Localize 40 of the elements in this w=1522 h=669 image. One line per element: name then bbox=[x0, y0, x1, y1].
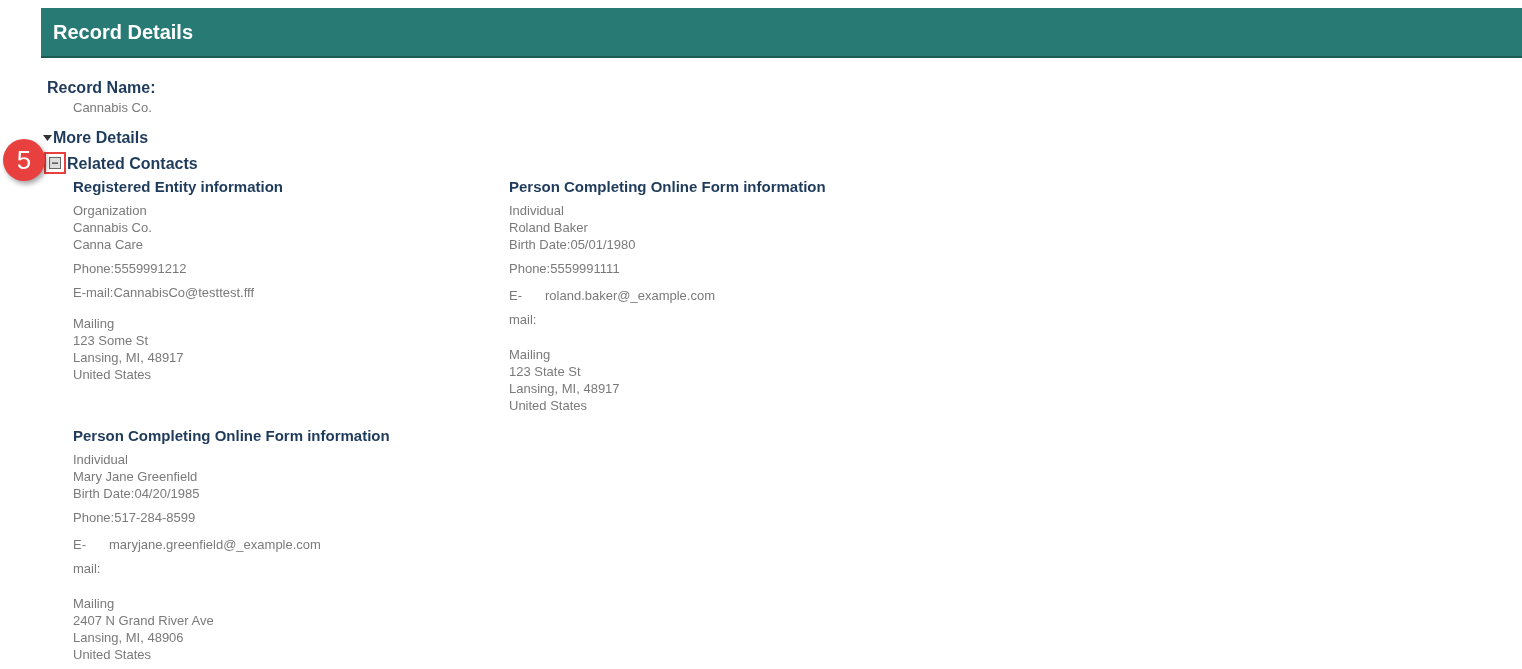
email-label: E-mail: bbox=[73, 536, 102, 578]
contact-detail: Organization bbox=[73, 202, 148, 219]
contact-detail: Birth Date:05/01/1980 bbox=[509, 236, 637, 253]
email-value: maryjane.greenfield@_example.com bbox=[109, 536, 322, 554]
record-name-label: Record Name: bbox=[47, 78, 157, 97]
address-line: United States bbox=[509, 397, 589, 414]
contact-phone: Phone:5559991111 bbox=[509, 260, 621, 277]
contact-phone: Phone:517-284-8599 bbox=[73, 509, 197, 526]
contact-detail: Roland Baker bbox=[509, 219, 589, 236]
address-line: Mailing bbox=[73, 595, 116, 612]
address-line: 2407 N Grand River Ave bbox=[73, 612, 215, 629]
address-line: United States bbox=[73, 366, 153, 383]
email-value: roland.baker@_example.com bbox=[545, 287, 716, 305]
address-line: 123 Some St bbox=[73, 332, 150, 349]
contact-heading: Person Completing Online Form information bbox=[509, 177, 827, 196]
address-line: Mailing bbox=[73, 315, 116, 332]
contact-detail: Canna Care bbox=[73, 236, 145, 253]
address-line: 123 State St bbox=[509, 363, 582, 380]
caret-icon bbox=[43, 133, 52, 142]
contact-detail: Birth Date:04/20/1985 bbox=[73, 485, 201, 502]
contact-detail: Individual bbox=[509, 202, 565, 219]
contact-heading: Person Completing Online Form information bbox=[73, 426, 391, 445]
step-badge: 5 bbox=[3, 139, 45, 181]
collapse-icon[interactable] bbox=[49, 157, 61, 169]
address-line: Lansing, MI, 48906 bbox=[73, 629, 185, 646]
related-contacts-label: Related Contacts bbox=[67, 153, 198, 173]
header-title: Record Details bbox=[53, 20, 194, 44]
address-line: Lansing, MI, 48917 bbox=[509, 380, 621, 397]
contact-detail: Cannabis Co. bbox=[73, 219, 153, 236]
record-name-value: Cannabis Co. bbox=[72, 99, 153, 116]
contact-detail: Mary Jane Greenfield bbox=[73, 468, 199, 485]
email-value: CannabisCo@testtest.fff bbox=[113, 285, 255, 300]
contact-phone: Phone:5559991212 bbox=[73, 260, 188, 277]
address-line: Mailing bbox=[509, 346, 552, 363]
email-label: E-mail: bbox=[73, 285, 114, 300]
contact-detail: Individual bbox=[73, 451, 129, 468]
address-line: United States bbox=[73, 646, 153, 663]
address-line: Lansing, MI, 48917 bbox=[73, 349, 185, 366]
contact-heading: Registered Entity information bbox=[73, 177, 285, 196]
email-label: E-mail: bbox=[509, 287, 538, 329]
